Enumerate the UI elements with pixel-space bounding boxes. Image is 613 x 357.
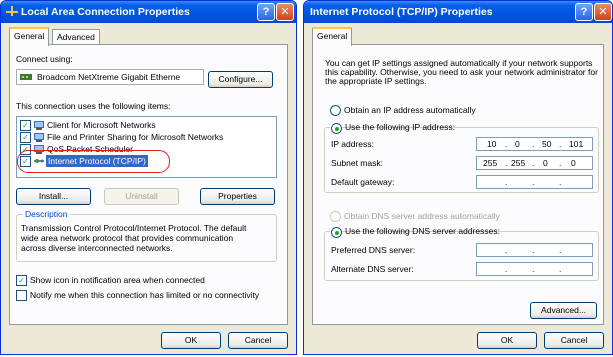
ok-button[interactable]: OK — [161, 332, 221, 349]
use-following-ip-legend: Use the following IP address: — [330, 122, 455, 134]
tcpip-properties-titlebar[interactable]: Internet Protocol (TCP/IP) Properties ? … — [304, 1, 612, 23]
ip-octet: 101 — [569, 139, 584, 149]
use-following-dns-label: Use the following DNS server addresses: — [345, 226, 500, 236]
description-text-line: Transmission Control Protocol/Internet P… — [21, 223, 247, 233]
connect-using-label: Connect using: — [16, 54, 73, 64]
ip-octet: 255 — [511, 158, 526, 168]
lan-properties-window: Local Area Connection Properties ? ✕ Gen… — [0, 0, 297, 355]
ip-octet: 0 — [543, 158, 548, 168]
obtain-ip-auto-label: Obtain an IP address automatically — [344, 105, 476, 115]
uninstall-button[interactable]: Uninstall — [104, 188, 179, 205]
lan-properties-title: Local Area Connection Properties — [21, 6, 190, 18]
show-icon-checkbox[interactable]: ✓ — [16, 275, 27, 286]
notify-checkbox[interactable] — [16, 290, 27, 301]
alternate-dns-field[interactable]: . . . — [476, 262, 593, 276]
use-following-ip-label: Use the following IP address: — [345, 122, 455, 132]
network-client-icon — [34, 121, 44, 130]
ip-address-field[interactable]: 10 . 0 . 50 . 101 — [476, 137, 593, 151]
ip-octet: 0 — [571, 158, 576, 168]
obtain-dns-auto-radio[interactable] — [330, 211, 341, 222]
tab-advanced[interactable]: Advanced — [52, 29, 100, 44]
tcpip-properties-window: Internet Protocol (TCP/IP) Properties ? … — [303, 0, 613, 355]
adapter-name: Broadcom NetXtreme Gigabit Etherne — [37, 72, 181, 82]
tab-general[interactable]: General — [9, 27, 50, 46]
description-label: Description — [23, 209, 70, 219]
ok-button[interactable]: OK — [477, 332, 537, 349]
lan-properties-titlebar[interactable]: Local Area Connection Properties ? ✕ — [1, 1, 296, 23]
tcpip-general-panel: You can get IP settings assigned automat… — [312, 44, 604, 325]
ip-octet: 50 — [542, 139, 552, 149]
cancel-button[interactable]: Cancel — [228, 332, 288, 349]
configure-button[interactable]: Configure... — [208, 71, 273, 88]
install-button[interactable]: Install... — [16, 188, 91, 205]
checkbox[interactable]: ✓ — [20, 132, 31, 143]
notify-label: Notify me when this connection has limit… — [30, 290, 260, 300]
close-button[interactable]: ✕ — [276, 3, 294, 21]
list-item[interactable]: ✓ File and Printer Sharing for Microsoft… — [17, 132, 275, 143]
ip-octet: 10 — [487, 139, 497, 149]
ip-octet: 0 — [515, 139, 520, 149]
obtain-ip-auto-radio[interactable] — [330, 105, 341, 116]
default-gateway-label: Default gateway: — [331, 177, 395, 187]
show-icon-label: Show icon in notification area when conn… — [30, 275, 205, 285]
description-group: Description Transmission Control Protoco… — [16, 209, 277, 262]
properties-button[interactable]: Properties — [200, 188, 275, 205]
obtain-dns-auto-label: Obtain DNS server address automatically — [344, 211, 500, 221]
preferred-dns-field[interactable]: . . . — [476, 243, 593, 257]
use-following-ip-radio[interactable] — [331, 123, 342, 134]
file-printer-sharing-icon — [34, 133, 44, 142]
advanced-button[interactable]: Advanced... — [530, 302, 597, 319]
help-button[interactable]: ? — [257, 3, 275, 21]
list-item-label: File and Printer Sharing for Microsoft N… — [47, 132, 224, 142]
default-gateway-field[interactable]: . . . — [476, 175, 593, 189]
alternate-dns-label: Alternate DNS server: — [331, 264, 414, 274]
list-item-label: Client for Microsoft Networks — [47, 120, 156, 130]
intro-text-line: the appropriate IP settings. — [325, 76, 427, 86]
subnet-mask-label: Subnet mask: — [331, 158, 383, 168]
cancel-button[interactable]: Cancel — [544, 332, 604, 349]
dns-group: Use the following DNS server addresses: … — [324, 226, 599, 281]
network-connection-icon — [6, 6, 18, 16]
ip-octet: 255 — [483, 158, 498, 168]
highlight-oval — [17, 150, 170, 173]
checkbox[interactable]: ✓ — [20, 120, 31, 131]
use-following-dns-radio[interactable] — [331, 227, 342, 238]
subnet-mask-field[interactable]: 255 . 255 . 0 . 0 — [476, 156, 593, 170]
list-item[interactable]: ✓ Client for Microsoft Networks — [17, 120, 275, 131]
description-text-line: wide area network protocol that provides… — [21, 233, 234, 243]
close-button[interactable]: ✕ — [594, 3, 612, 21]
preferred-dns-label: Preferred DNS server: — [331, 245, 416, 255]
lan-general-panel: Connect using: Broadcom NetXtreme Gigabi… — [9, 44, 288, 325]
components-label: This connection uses the following items… — [16, 101, 171, 111]
adapter-field: Broadcom NetXtreme Gigabit Etherne — [16, 69, 204, 85]
description-text-line: across diverse interconnected networks. — [21, 243, 173, 253]
ip-address-label: IP address: — [331, 139, 374, 149]
tab-general[interactable]: General — [312, 27, 353, 46]
use-following-dns-legend: Use the following DNS server addresses: — [330, 226, 500, 238]
network-adapter-icon — [20, 74, 32, 80]
help-button[interactable]: ? — [575, 3, 593, 21]
tcpip-properties-title: Internet Protocol (TCP/IP) Properties — [310, 6, 493, 18]
ip-address-group: Use the following IP address: IP address… — [324, 122, 599, 193]
